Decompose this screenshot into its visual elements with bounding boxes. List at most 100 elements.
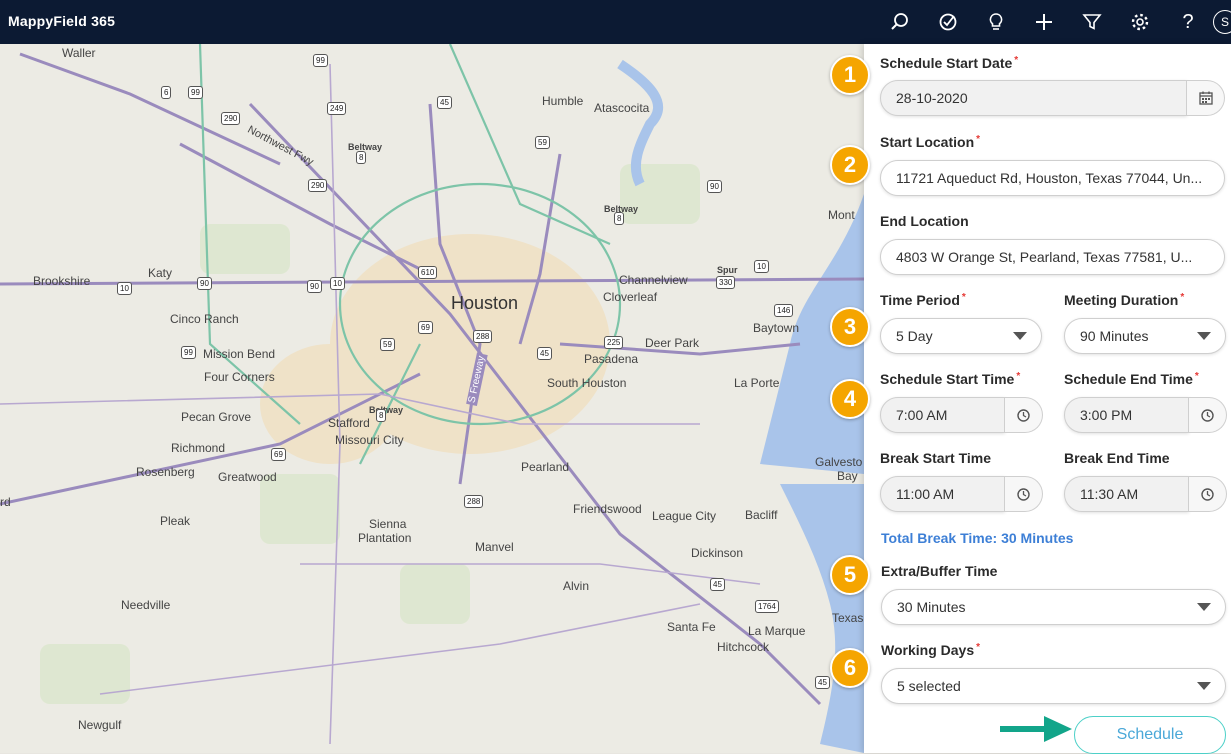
map-label: Baytown bbox=[753, 321, 800, 335]
map-label: Pecan Grove bbox=[181, 410, 252, 424]
road-shield: 10 bbox=[117, 282, 132, 295]
time-period-label: Time Period * bbox=[880, 292, 966, 308]
map-label: Waller bbox=[62, 46, 96, 60]
start-date-input[interactable]: 28-10-2020 bbox=[880, 80, 1187, 116]
check-circle-icon[interactable] bbox=[934, 8, 962, 36]
schedule-button[interactable]: Schedule bbox=[1074, 716, 1226, 754]
app-title: MappyField 365 bbox=[8, 13, 116, 29]
clock-icon[interactable] bbox=[1189, 476, 1227, 512]
road-shield: 45 bbox=[537, 347, 552, 360]
road-shield: 45 bbox=[437, 96, 452, 109]
road-shield: 1764 bbox=[755, 600, 779, 613]
road-shield: 99 bbox=[313, 54, 328, 67]
road-shield: 249 bbox=[327, 102, 347, 115]
road-shield: 90 bbox=[307, 280, 322, 293]
road-shield: 69 bbox=[418, 321, 433, 334]
help-icon[interactable]: ? bbox=[1174, 8, 1202, 36]
lightbulb-icon[interactable] bbox=[982, 8, 1010, 36]
map-label: Pearland bbox=[521, 460, 570, 474]
map-label: Rosenberg bbox=[136, 465, 195, 479]
map-label: Deer Park bbox=[645, 336, 700, 350]
map-label: Galvesto bbox=[815, 455, 863, 469]
map-label: Channelview bbox=[619, 273, 688, 287]
time-period-select[interactable]: 5 Day bbox=[880, 318, 1042, 354]
avatar[interactable]: S bbox=[1213, 10, 1231, 34]
meeting-duration-select[interactable]: 90 Minutes bbox=[1064, 318, 1226, 354]
plus-icon[interactable] bbox=[1030, 8, 1058, 36]
working-days-label: Working Days * bbox=[881, 642, 981, 658]
end-time-input[interactable]: 3:00 PM bbox=[1064, 397, 1189, 433]
map-label: Hitchcock bbox=[717, 640, 770, 654]
break-start-input[interactable]: 11:00 AM bbox=[880, 476, 1005, 512]
step-badge-5: 5 bbox=[830, 555, 870, 595]
road-shield: 45 bbox=[815, 676, 830, 689]
map-label: Brookshire bbox=[33, 274, 91, 288]
road-shield: 90 bbox=[707, 180, 722, 193]
map-label-city: Houston bbox=[451, 293, 519, 313]
road-shield: 288 bbox=[473, 330, 493, 343]
arrow-right-icon bbox=[1000, 716, 1072, 742]
buffer-time-label: Extra/Buffer Time bbox=[881, 563, 998, 579]
map-label: Dickinson bbox=[691, 546, 744, 560]
road-shield: 10 bbox=[754, 260, 769, 273]
gear-icon[interactable] bbox=[1126, 8, 1154, 36]
map-label: South Houston bbox=[547, 376, 627, 390]
map-label: League City bbox=[652, 509, 717, 523]
meeting-duration-label: Meeting Duration * bbox=[1064, 292, 1185, 308]
map-label: Alvin bbox=[563, 579, 590, 593]
road-shield: 290 bbox=[308, 179, 328, 192]
road-shield: 330 bbox=[716, 276, 736, 289]
map-view[interactable]: Waller Humble Atascocita Katy Brookshire… bbox=[0, 44, 864, 753]
start-time-input[interactable]: 7:00 AM bbox=[880, 397, 1005, 433]
map-label-road: Spur bbox=[717, 265, 738, 275]
map-label: Friendswood bbox=[573, 502, 642, 516]
road-shield: 99 bbox=[181, 346, 196, 359]
total-break-time: Total Break Time: 30 Minutes bbox=[881, 530, 1074, 546]
map-label: Pleak bbox=[160, 514, 191, 528]
start-date-label: Schedule Start Date * bbox=[880, 55, 1019, 71]
calendar-icon[interactable] bbox=[1187, 80, 1225, 116]
road-shield: 8 bbox=[376, 409, 387, 422]
end-location-input[interactable]: 4803 W Orange St, Pearland, Texas 77581,… bbox=[880, 239, 1225, 275]
start-location-input[interactable]: 11721 Aqueduct Rd, Houston, Texas 77044,… bbox=[880, 160, 1225, 196]
road-shield: 10 bbox=[330, 277, 345, 290]
map-label: Greatwood bbox=[218, 470, 277, 484]
road-shield: 288 bbox=[464, 495, 484, 508]
road-shield: 59 bbox=[380, 338, 395, 351]
clock-icon[interactable] bbox=[1005, 476, 1043, 512]
chevron-down-icon bbox=[1197, 332, 1211, 340]
road-shield: 146 bbox=[774, 304, 794, 317]
buffer-time-select[interactable]: 30 Minutes bbox=[881, 589, 1226, 625]
step-badge-4: 4 bbox=[830, 379, 870, 419]
road-shield: 99 bbox=[188, 86, 203, 99]
map-label: Manvel bbox=[475, 540, 514, 554]
map-label: Mont bbox=[828, 208, 855, 222]
search-icon[interactable] bbox=[886, 8, 914, 36]
step-badge-6: 6 bbox=[830, 648, 870, 688]
break-end-label: Break End Time bbox=[1064, 450, 1170, 466]
step-badge-2: 2 bbox=[830, 145, 870, 185]
working-days-select[interactable]: 5 selected bbox=[881, 668, 1226, 704]
road-shield: 290 bbox=[221, 112, 241, 125]
clock-icon[interactable] bbox=[1005, 397, 1043, 433]
break-end-input[interactable]: 11:30 AM bbox=[1064, 476, 1189, 512]
road-shield: 69 bbox=[271, 448, 286, 461]
map-label: Stafford bbox=[328, 416, 370, 430]
map-label: Needville bbox=[121, 598, 171, 612]
top-bar: MappyField 365 ? S bbox=[0, 0, 1231, 44]
map-label: Cloverleaf bbox=[603, 290, 658, 304]
map-label: Mission Bend bbox=[203, 347, 276, 361]
map-label: rd bbox=[0, 495, 11, 509]
map-label: Cinco Ranch bbox=[170, 312, 239, 326]
map-label: La Marque bbox=[748, 624, 806, 638]
end-location-label: End Location bbox=[880, 213, 969, 229]
filter-icon[interactable] bbox=[1078, 8, 1106, 36]
road-shield: 45 bbox=[710, 578, 725, 591]
clock-icon[interactable] bbox=[1189, 397, 1227, 433]
map-label: Atascocita bbox=[594, 101, 650, 115]
chevron-down-icon bbox=[1197, 682, 1211, 690]
map-label: Bacliff bbox=[745, 508, 778, 522]
step-badge-1: 1 bbox=[830, 55, 870, 95]
map-label: Newgulf bbox=[78, 718, 122, 732]
map-label-road: Beltway bbox=[348, 142, 383, 152]
